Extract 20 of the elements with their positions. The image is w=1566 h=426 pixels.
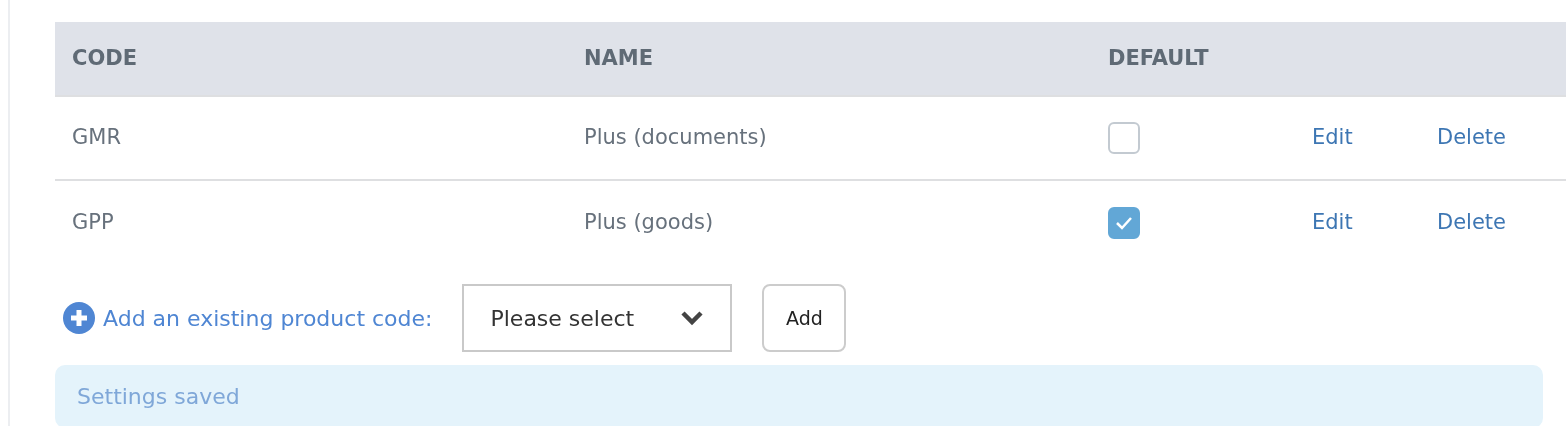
checkbox[interactable] [1108, 207, 1140, 239]
select-dropdown[interactable]: Please select [462, 284, 733, 352]
table-cell-text: Plus (documents) [584, 124, 768, 152]
column-header: CODE [72, 44, 139, 72]
chevron-down-icon [680, 310, 705, 326]
checkbox[interactable] [1108, 122, 1140, 154]
column-header: NAME [584, 44, 655, 72]
table-cell-text: GMR [72, 124, 122, 152]
table-cell-text: GPP [72, 209, 115, 237]
plus-circle-icon[interactable] [63, 302, 95, 334]
edit-link[interactable]: Edit [1312, 122, 1353, 154]
add-button[interactable]: Add [762, 284, 847, 352]
alert-message: Settings saved [77, 383, 240, 411]
column-header: DEFAULT [1108, 44, 1210, 72]
table-cell-text: Plus (goods) [584, 209, 715, 237]
delete-link[interactable]: Delete [1437, 207, 1506, 239]
edit-link[interactable]: Edit [1312, 207, 1353, 239]
add-product-code-link[interactable]: Add an existing product code: [103, 301, 433, 335]
delete-link[interactable]: Delete [1437, 122, 1506, 154]
check-icon [1115, 216, 1133, 230]
